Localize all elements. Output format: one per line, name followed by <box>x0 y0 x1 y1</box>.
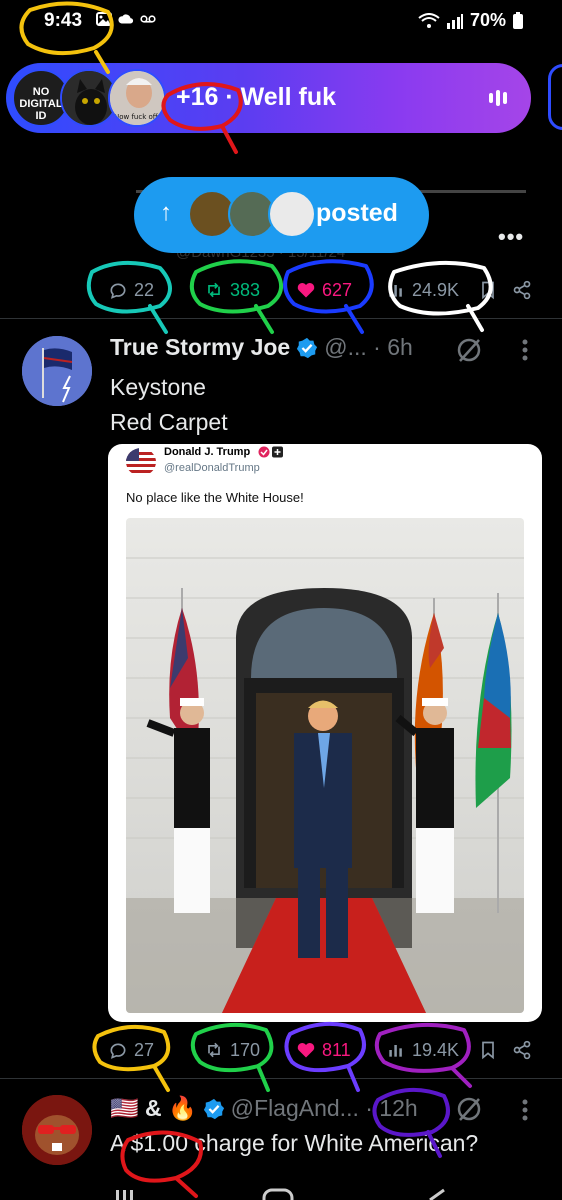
poster-avatar-3 <box>268 190 316 238</box>
status-left-icons <box>96 12 156 26</box>
posted-label: posted <box>316 199 398 227</box>
space-title: +16 · Well fuk <box>176 83 337 111</box>
grok-icon[interactable] <box>455 336 483 364</box>
verified-badge-icon <box>297 337 318 358</box>
author-name[interactable]: 🇺🇸 & 🔥 <box>110 1095 197 1122</box>
share-button[interactable] <box>512 275 532 305</box>
us-flag-icon <box>126 448 156 476</box>
repost-button[interactable]: 383 <box>204 275 260 305</box>
heart-icon <box>297 282 315 298</box>
like-button[interactable]: 627 <box>296 275 352 305</box>
views-icon <box>389 1045 402 1057</box>
meme-face-icon: Now fuck off <box>110 71 164 125</box>
reply-icon <box>110 1043 126 1059</box>
reply-count: 22 <box>134 279 155 300</box>
back-icon <box>429 1188 445 1200</box>
avatar[interactable] <box>22 1095 92 1165</box>
reply-icon <box>110 283 126 299</box>
like-count: 627 <box>322 279 353 300</box>
tweet-divider <box>0 318 562 319</box>
embedded-post-card[interactable]: Donald J. Trump @realDonaldTrump No plac… <box>108 444 542 1022</box>
verified-badge-icon <box>203 1098 224 1119</box>
space-avatar-meme[interactable]: Now fuck off <box>108 69 166 127</box>
prev-tweet-actions: 22 383 627 24.9K <box>100 275 540 305</box>
heart-icon <box>297 1042 315 1058</box>
like-count: 811 <box>322 1039 351 1060</box>
home-icon <box>262 1188 294 1200</box>
tweet-text: Keystone Red Carpet <box>110 374 228 435</box>
avatar-caption: Now fuck off <box>114 113 158 121</box>
battery-icon <box>513 11 523 29</box>
voicemail-icon <box>140 15 156 23</box>
view-count: 24.9K <box>412 279 460 300</box>
status-right: 70% <box>418 10 524 31</box>
repost-icon <box>208 282 220 298</box>
wifi-icon <box>418 12 440 28</box>
photo-illustration <box>126 518 524 1013</box>
view-count: 19.4K <box>412 1039 460 1060</box>
system-nav-bar[interactable] <box>0 1184 562 1200</box>
share-button[interactable] <box>512 1035 532 1065</box>
tweet-divider <box>0 1078 562 1079</box>
verified-badge-icon <box>258 446 283 458</box>
audio-equalizer-icon <box>489 89 511 107</box>
card-text: No place like the White House! <box>126 490 304 505</box>
card-avatar <box>126 448 156 476</box>
tweet-text: A $1.00 charge for White American? <box>110 1130 479 1156</box>
more-options-icon[interactable] <box>521 338 529 362</box>
like-button[interactable]: 811 <box>296 1035 351 1065</box>
views-icon <box>389 285 402 297</box>
grok-icon[interactable] <box>455 1095 483 1123</box>
tweet-header: 🇺🇸 & 🔥 @FlagAnd... · 12h <box>110 1095 418 1122</box>
status-time: 9:43 <box>44 10 83 31</box>
more-options-icon[interactable]: ••• <box>498 224 524 250</box>
share-icon <box>513 1040 531 1060</box>
white-house-photo[interactable] <box>126 518 524 1013</box>
repost-count: 383 <box>230 279 261 300</box>
card-handle: @realDonaldTrump <box>164 462 260 474</box>
spaces-pill[interactable]: NO DIGITAL ID Now fuck off +16 · Well fu… <box>6 63 531 133</box>
flag-lightning-icon <box>22 336 92 406</box>
beaver-sunglasses-icon <box>22 1095 92 1165</box>
handle-and-time[interactable]: @FlagAnd... · 12h <box>231 1095 418 1122</box>
share-icon <box>513 280 531 300</box>
tweet-header: True Stormy Joe @... · 6h <box>110 334 550 361</box>
more-options-icon[interactable] <box>521 1098 529 1122</box>
repost-count: 170 <box>230 1039 261 1060</box>
repost-icon <box>208 1042 220 1058</box>
author-name[interactable]: True Stormy Joe <box>110 334 290 361</box>
status-bar: 9:43 70% <box>0 0 562 44</box>
recent-apps-icon <box>116 1190 133 1200</box>
battery-percent: 70% <box>469 10 506 30</box>
next-space-pill-edge[interactable] <box>548 64 562 130</box>
repost-button[interactable]: 170 <box>204 1035 260 1065</box>
bookmark-button[interactable] <box>478 275 498 305</box>
bookmark-icon <box>482 1041 494 1060</box>
cloud-icon <box>118 14 134 24</box>
bookmark-icon <box>482 281 494 300</box>
signal-icon <box>446 13 463 29</box>
card-author: Donald J. Trump <box>164 446 251 458</box>
avatar[interactable] <box>22 336 92 406</box>
image-icon <box>96 12 112 26</box>
reply-button[interactable]: 22 <box>108 275 154 305</box>
arrow-up-icon: ↑ <box>160 199 172 226</box>
bookmark-button[interactable] <box>478 1035 498 1065</box>
views-button[interactable]: 19.4K <box>386 1035 459 1065</box>
reply-button[interactable]: 27 <box>108 1035 154 1065</box>
reply-count: 27 <box>134 1039 155 1060</box>
handle-and-time[interactable]: @... · 6h <box>324 334 413 361</box>
tweet-actions: 27 170 811 19.4K <box>100 1035 540 1065</box>
avatar-text: NO DIGITAL ID <box>19 86 63 122</box>
views-button[interactable]: 24.9K <box>386 275 459 305</box>
new-posts-button[interactable]: ↑ posted <box>134 177 429 253</box>
